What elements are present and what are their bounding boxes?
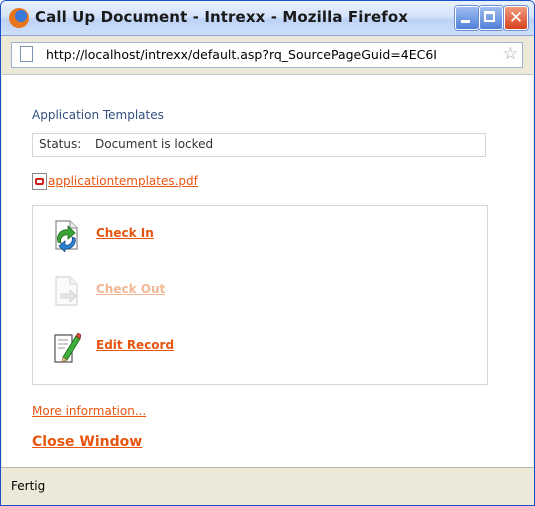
file-link[interactable]: applicationtemplates.pdf bbox=[48, 174, 198, 188]
address-bar: http://localhost/intrexx/default.asp?rq_… bbox=[1, 36, 534, 74]
check-in-link[interactable]: Check In bbox=[96, 226, 154, 240]
status-bar: Fertig bbox=[1, 467, 534, 505]
close-button[interactable]: ✕ bbox=[504, 6, 528, 30]
window-title: Call Up Document - Intrexx - Mozilla Fir… bbox=[35, 8, 409, 26]
close-window-link[interactable]: Close Window bbox=[32, 434, 142, 450]
bookmark-star-icon[interactable]: ☆ bbox=[503, 44, 518, 64]
check-out-icon bbox=[55, 276, 78, 306]
status-label: Status: bbox=[39, 137, 82, 151]
title-bar[interactable]: Call Up Document - Intrexx - Mozilla Fir… bbox=[1, 1, 534, 36]
close-icon: ✕ bbox=[508, 8, 524, 28]
status-box: Status: Document is locked bbox=[32, 133, 486, 157]
actions-box: Check In Check Out Edit Record bbox=[32, 205, 488, 385]
status-bar-text: Fertig bbox=[11, 479, 46, 493]
check-in-icon bbox=[55, 220, 78, 252]
check-out-link: Check Out bbox=[96, 282, 166, 296]
maximize-button[interactable] bbox=[479, 6, 503, 30]
maximize-icon bbox=[484, 11, 495, 22]
more-information-link[interactable]: More information... bbox=[32, 404, 146, 418]
url-text[interactable]: http://localhost/intrexx/default.asp?rq_… bbox=[46, 47, 486, 62]
minimize-icon bbox=[461, 20, 470, 23]
browser-window: Call Up Document - Intrexx - Mozilla Fir… bbox=[0, 0, 535, 506]
url-field[interactable]: http://localhost/intrexx/default.asp?rq_… bbox=[11, 42, 523, 68]
page-icon bbox=[20, 46, 33, 62]
firefox-icon bbox=[9, 8, 29, 28]
edit-record-link[interactable]: Edit Record bbox=[96, 338, 174, 352]
status-value: Document is locked bbox=[95, 137, 214, 151]
edit-record-icon bbox=[54, 332, 81, 363]
application-title: Application Templates bbox=[32, 108, 164, 122]
minimize-button[interactable] bbox=[455, 6, 479, 30]
pdf-icon bbox=[32, 173, 47, 190]
page-content: Application Templates Status: Document i… bbox=[2, 74, 533, 467]
